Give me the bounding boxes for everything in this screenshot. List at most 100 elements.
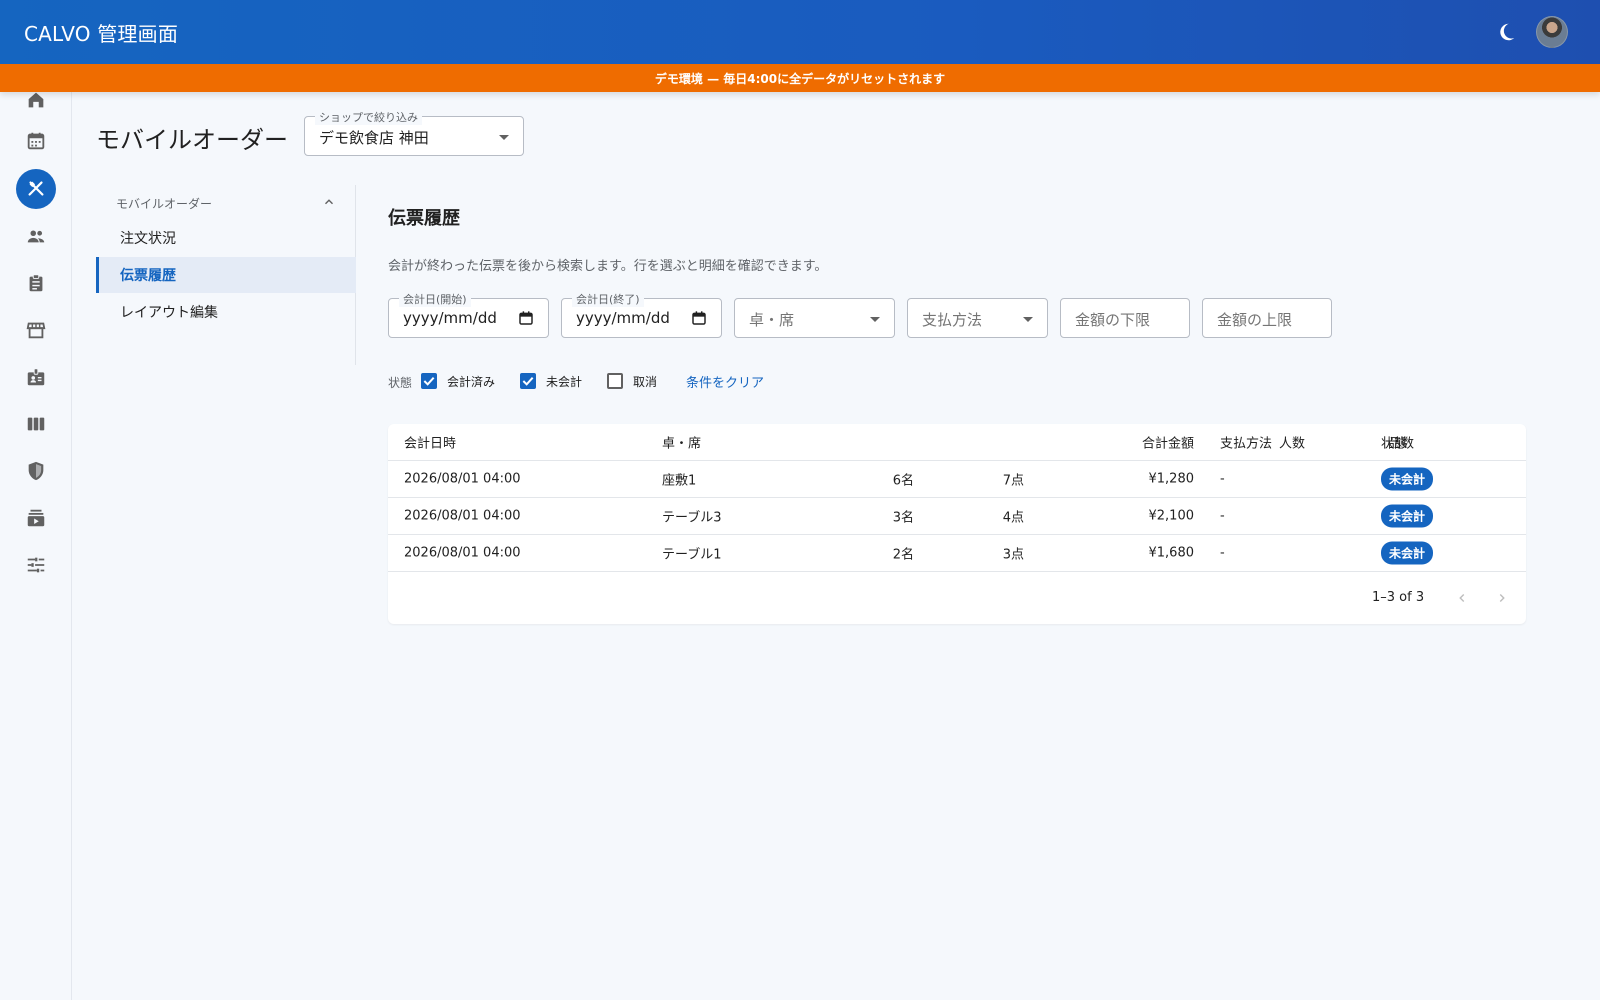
tune-icon [27,557,45,573]
app-title: CALVO 管理画面 [24,21,179,46]
subnav-group-header[interactable]: モバイルオーダー [116,195,336,213]
rail-store[interactable] [16,310,56,350]
app-bar: CALVO 管理画面 [0,0,1600,64]
col-payment[interactable]: 支払方法 [1220,433,1272,452]
avatar[interactable] [1536,16,1568,48]
prev-page-button[interactable] [1452,588,1472,608]
cell-settled-at: 2026/08/01 04:00 [404,471,521,487]
slip-history-table: 会計日時 卓・席 人数 品数 合計金額 支払方法 状態 2026/08/01 0… [388,424,1526,624]
checkbox-unsettled[interactable] [520,373,536,389]
date-from-field[interactable]: 会計日(開始) yyyy/mm/dd [388,291,549,338]
checkbox-unsettled-label: 未会計 [546,375,583,389]
cell-total: ¥1,280 [1148,471,1195,487]
media-icon [27,509,45,527]
table-row[interactable]: 2026/08/01 04:00 座敷1 6名 7点 ¥1,280 - 未会計 [388,461,1526,498]
rail-security[interactable] [16,451,56,491]
clear-filters-link[interactable]: 条件をクリア [686,372,764,391]
cell-table-seat: テーブル3 [662,510,722,526]
subnav-item-slip-history[interactable]: 伝票履歴 [96,257,356,293]
demo-banner: デモ環境 — 毎日4:00に全データがリセットされます [0,64,1600,92]
restaurant-icon [28,181,44,196]
date-to-value: yyyy/mm/dd [576,309,670,327]
cell-items: 3点 [1002,547,1024,563]
col-settled-at[interactable]: 会計日時 [404,433,456,452]
checkbox-settled-label: 会計済み [447,375,496,389]
dark-mode-toggle[interactable] [1494,20,1518,44]
checkbox-cancelled-label: 取消 [633,375,658,389]
table-pagination: 1–3 of 3 [388,572,1526,624]
chevron-down-icon [499,135,509,140]
cell-table-seat: テーブル1 [662,547,722,563]
rail-staff[interactable] [16,357,56,397]
cell-total: ¥1,680 [1148,545,1195,561]
section-title: 伝票履歴 [388,208,460,229]
chevron-down-icon [870,317,880,322]
columns-icon [27,417,45,431]
home-icon [28,92,44,108]
rail-customers[interactable] [16,216,56,256]
amount-max-placeholder: 金額の上限 [1217,311,1293,329]
shop-filter-select[interactable]: ショップで絞り込み デモ飲食店 神田 [304,109,524,156]
calendar-icon [27,132,45,150]
checkbox-cancelled[interactable] [607,373,623,389]
cell-settled-at: 2026/08/01 04:00 [404,508,521,524]
next-page-button[interactable] [1492,588,1512,608]
amount-min-placeholder: 金額の下限 [1075,311,1151,329]
rail-tasks[interactable] [16,263,56,303]
nav-rail [0,64,72,1000]
subnav-item-order-status[interactable]: 注文状況 [96,220,356,256]
status-badge: 未会計 [1381,467,1434,491]
rail-mobile-order[interactable] [16,169,56,209]
rail-columns[interactable] [16,404,56,444]
people-icon [27,230,45,243]
rail-media[interactable] [16,498,56,538]
pagination-range: 1–3 of 3 [1372,590,1425,605]
shop-filter-value: デモ飲食店 神田 [319,129,429,147]
date-from-label: 会計日(開始) [399,291,471,307]
chevron-left-icon [1459,594,1465,602]
date-to-field[interactable]: 会計日(終了) yyyy/mm/dd [561,291,722,338]
amount-min-input[interactable]: 金額の下限 [1060,298,1190,338]
table-row[interactable]: 2026/08/01 04:00 テーブル3 3名 4点 ¥2,100 - 未会… [388,498,1526,535]
chevron-right-icon [1499,594,1505,602]
col-guests[interactable]: 人数 [1279,433,1305,452]
checkbox-settled[interactable] [421,373,437,389]
status-filter-label: 状態 [388,376,413,390]
shield-icon [28,461,44,481]
cell-guests: 6名 [892,473,914,489]
cell-items: 4点 [1002,510,1024,526]
calendar-icon[interactable] [518,310,534,326]
payment-method-select[interactable]: 支払方法 [907,298,1048,338]
app-bar-actions [1494,16,1568,48]
cell-total: ¥2,100 [1148,508,1195,524]
cell-guests: 3名 [892,510,914,526]
clipboard-icon [29,274,43,292]
sub-navigation: モバイルオーダー 注文状況 伝票履歴 レイアウト編集 [96,185,356,365]
col-table-seat[interactable]: 卓・席 [662,433,701,452]
cell-payment: - [1220,545,1225,561]
store-icon [26,322,46,339]
date-to-label: 会計日(終了) [572,291,644,307]
col-total[interactable]: 合計金額 [1132,433,1194,452]
status-filter: 状態 会計済み 未会計 取消 条件をクリア [388,370,888,394]
moon-icon [1500,23,1515,41]
rail-calendar[interactable] [16,121,56,161]
check-icon [522,376,534,386]
subnav-group-label: モバイルオーダー [116,197,213,211]
table-header: 会計日時 卓・席 人数 品数 合計金額 支払方法 状態 [388,424,1526,461]
badge-icon [27,368,45,386]
page-title: モバイルオーダー [96,126,288,154]
status-badge: 未会計 [1381,504,1434,528]
subnav-item-layout-edit[interactable]: レイアウト編集 [96,294,356,330]
rail-settings[interactable] [16,545,56,585]
chevron-up-icon [325,199,333,205]
shop-filter-label: ショップで絞り込み [315,109,422,125]
table-seat-placeholder: 卓・席 [749,311,795,329]
payment-method-placeholder: 支払方法 [922,311,983,329]
cell-guests: 2名 [892,547,914,563]
calendar-icon[interactable] [691,310,707,326]
table-seat-select[interactable]: 卓・席 [734,298,895,338]
amount-max-input[interactable]: 金額の上限 [1202,298,1332,338]
col-status[interactable]: 状態 [1381,433,1407,452]
table-row[interactable]: 2026/08/01 04:00 テーブル1 2名 3点 ¥1,680 - 未会… [388,535,1526,572]
